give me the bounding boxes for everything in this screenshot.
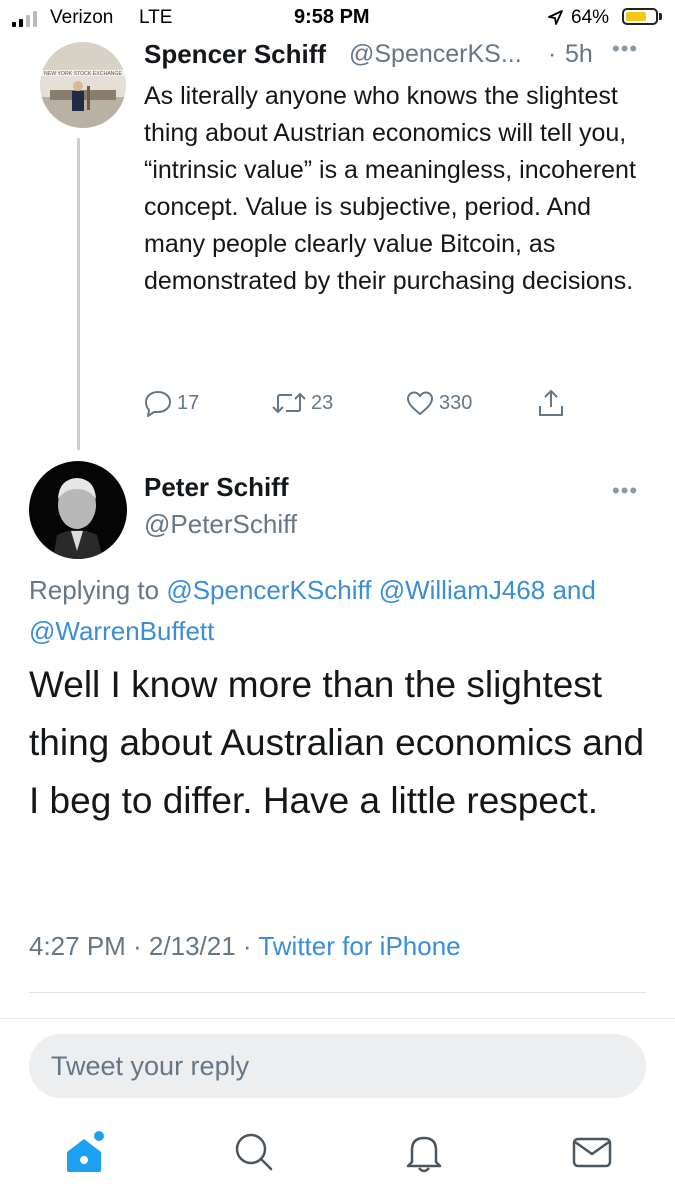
share-icon <box>539 389 563 416</box>
separator-dot: · <box>548 40 557 68</box>
tweet-text: Well I know more than the slightest thin… <box>29 664 645 821</box>
location-icon <box>547 9 564 31</box>
reply-input[interactable] <box>29 1034 646 1098</box>
retweet-count: 23 <box>311 391 334 414</box>
divider <box>0 1018 675 1019</box>
mention-link[interactable]: @WarrenBuffett <box>29 616 214 646</box>
like-count: 330 <box>439 391 473 414</box>
tweet-timestamp: 4:27 PM · 2/13/21 · <box>29 931 252 961</box>
battery-percent: 64% <box>571 7 610 28</box>
author-name[interactable]: Spencer Schiff <box>144 39 326 70</box>
network-label: LTE <box>139 7 173 28</box>
thread-line <box>77 138 80 450</box>
search-icon <box>235 1133 273 1171</box>
messages-icon <box>572 1137 612 1168</box>
tweet-source-link[interactable]: Twitter for iPhone <box>258 931 460 961</box>
author-handle[interactable]: @SpencerKS... <box>349 40 522 69</box>
retweet-button[interactable]: 23 <box>271 388 333 418</box>
tab-notifications[interactable] <box>402 1130 446 1174</box>
tab-messages[interactable] <box>570 1130 614 1174</box>
home-icon <box>67 1131 104 1172</box>
author-name[interactable]: Peter Schiff <box>144 472 289 503</box>
author-handle[interactable]: @PeterSchiff <box>144 509 297 540</box>
replying-prefix: Replying to <box>29 575 160 605</box>
tweet-age: 5h <box>565 40 593 68</box>
divider <box>29 992 646 993</box>
avatar-caption: NEW YORK STOCK EXCHANGE <box>44 71 122 77</box>
reply-button[interactable]: 17 <box>143 388 199 418</box>
more-options-icon[interactable]: ••• <box>612 478 638 504</box>
more-options-icon[interactable]: ••• <box>612 36 638 62</box>
retweet-icon <box>272 392 306 414</box>
tweet-meta: 4:27 PM · 2/13/21 · Twitter for iPhone <box>29 931 461 962</box>
heart-icon <box>407 391 433 415</box>
avatar[interactable] <box>29 461 127 559</box>
mention-link[interactable]: @WilliamJ468 <box>379 575 546 605</box>
avatar[interactable]: NEW YORK STOCK EXCHANGE <box>40 42 126 128</box>
signal-icon <box>12 11 42 27</box>
like-button[interactable]: 330 <box>405 388 472 418</box>
reply-icon <box>145 391 171 417</box>
reply-count: 17 <box>177 391 200 414</box>
carrier-label: Verizon <box>50 7 114 28</box>
mention-link[interactable]: @SpencerKSchiff <box>166 575 371 605</box>
mention-and: and <box>552 575 596 605</box>
battery-icon <box>622 8 658 25</box>
notifications-icon <box>406 1136 442 1173</box>
status-bar: Verizon LTE 9:58 PM 64% <box>0 0 675 36</box>
battery-tip <box>659 13 662 20</box>
share-button[interactable] <box>536 388 566 418</box>
tab-search[interactable] <box>232 1130 276 1174</box>
tab-home[interactable] <box>62 1130 106 1174</box>
status-time: 9:58 PM <box>294 6 370 28</box>
tweet-text: As literally anyone who knows the slight… <box>144 82 636 295</box>
replying-to: Replying to @SpencerKSchiff @WilliamJ468… <box>29 570 649 652</box>
